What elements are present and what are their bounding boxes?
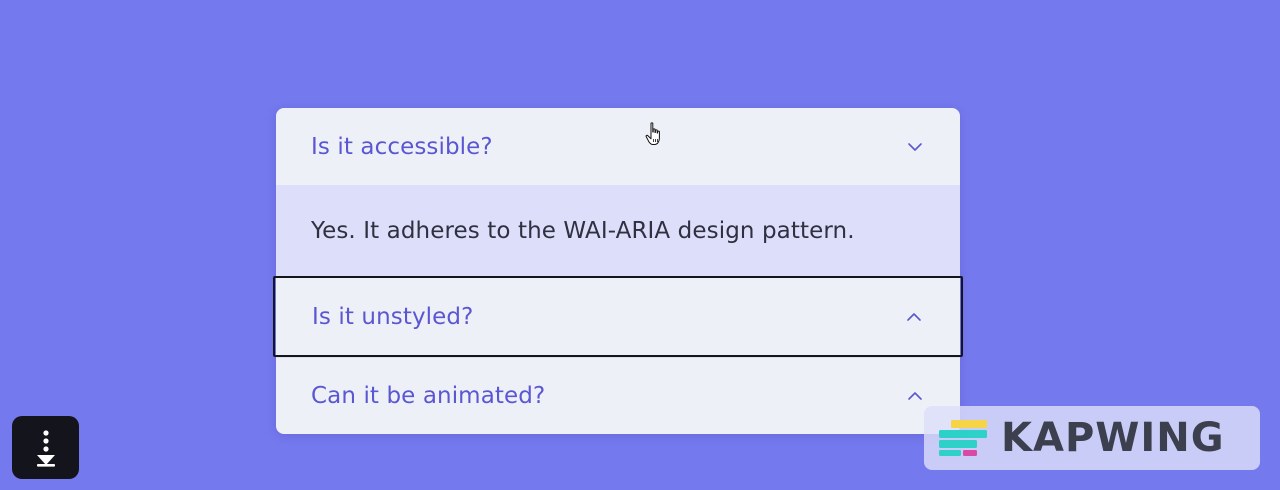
kapwing-watermark: KAPWING [924,406,1260,470]
accordion-question: Can it be animated? [311,383,546,409]
arrow-down-dots-icon [36,429,55,467]
accordion-trigger-animated[interactable]: Can it be animated? [276,358,960,434]
scroll-down-button[interactable] [12,416,79,479]
chevron-up-icon [906,387,924,405]
accordion-question: Is it unstyled? [312,303,474,330]
faq-accordion: Is it accessible? Yes. It adheres to the… [273,108,963,434]
hand-pointer-cursor-icon [645,122,665,146]
accordion-content-accessible: Yes. It adheres to the WAI-ARIA design p… [276,185,960,277]
accordion-answer: Yes. It adheres to the WAI-ARIA design p… [311,218,855,244]
kapwing-logo-icon [939,420,987,456]
accordion-trigger-accessible[interactable]: Is it accessible? [276,108,960,185]
chevron-up-icon [905,308,923,326]
chevron-down-icon [906,138,924,156]
watermark-text: KAPWING [1001,415,1225,461]
accordion-question: Is it accessible? [311,133,493,160]
accordion-trigger-unstyled[interactable]: Is it unstyled? [273,276,963,357]
